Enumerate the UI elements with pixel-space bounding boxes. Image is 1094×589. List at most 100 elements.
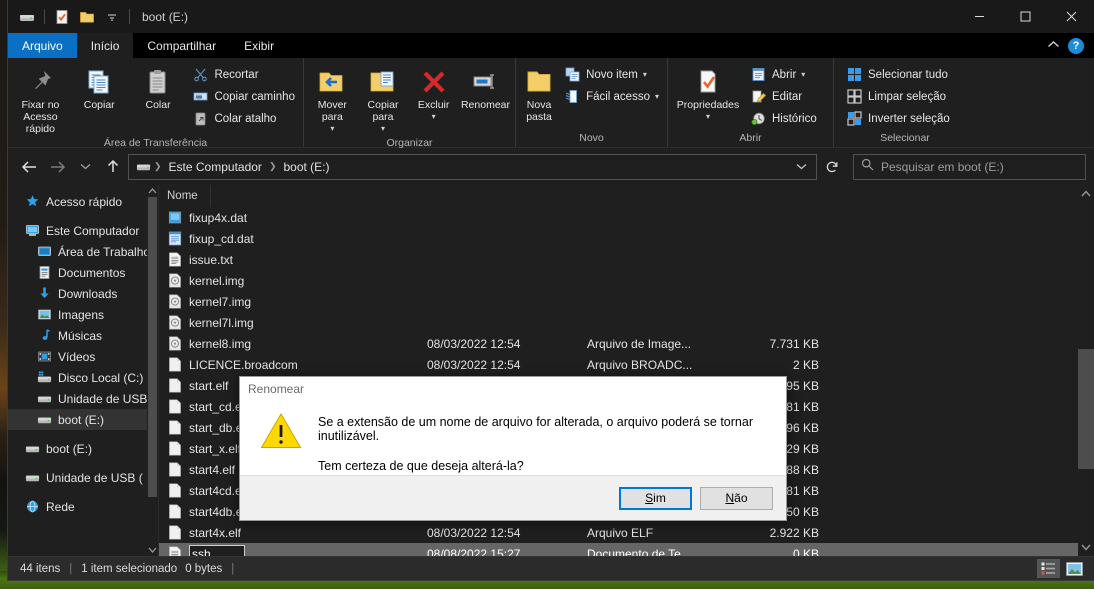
breadcrumb-boot-e[interactable]: boot (E:) <box>279 159 333 175</box>
tab-inicio[interactable]: Início <box>77 33 134 58</box>
sidebar-item-documentos[interactable]: Documentos <box>8 262 158 283</box>
file-list-scroll-thumb[interactable] <box>1078 349 1094 469</box>
edit-button[interactable]: Editar <box>746 86 821 107</box>
table-row[interactable]: kernel.img <box>159 270 1094 291</box>
sidebar-scroll-thumb[interactable] <box>148 197 157 497</box>
sidebar-item-imagens[interactable]: Imagens <box>8 304 158 325</box>
delete-dropdown-icon[interactable]: ▾ <box>432 111 436 123</box>
rename-button[interactable]: Renomear <box>460 63 511 113</box>
sidebar-label: Rede <box>46 500 75 514</box>
paste-shortcut-button[interactable]: Colar atalho <box>188 108 299 129</box>
new-folder-button[interactable]: Nova pasta <box>520 63 558 125</box>
properties-button[interactable]: Propriedades ▾ <box>672 63 744 125</box>
sidebar-item-unidade-de-usb-2[interactable]: Unidade de USB ( <box>8 467 158 488</box>
sidebar-label: boot (E:) <box>58 413 104 427</box>
cut-button[interactable]: Recortar <box>188 64 299 85</box>
refresh-button[interactable] <box>819 154 845 180</box>
address-history-dropdown-icon[interactable] <box>790 156 812 178</box>
copy-button[interactable]: Copiar <box>71 63 128 113</box>
scroll-up-icon[interactable] <box>147 185 158 197</box>
table-row[interactable]: start4x.elf08/03/2022 12:54Arquivo ELF2.… <box>159 522 1094 543</box>
file-date-cell: 08/08/2022 15:27 <box>427 547 587 557</box>
table-row[interactable]: issue.txt <box>159 249 1094 270</box>
dialog-no-accel: N <box>725 491 734 505</box>
collapse-ribbon-icon[interactable] <box>1047 40 1060 52</box>
drive-icon[interactable] <box>16 5 38 29</box>
scissors-icon <box>192 66 209 83</box>
history-button[interactable]: Histórico <box>746 108 821 129</box>
customize-qat-dropdown-icon[interactable] <box>101 5 123 29</box>
table-row[interactable]: kernel8.img08/03/2022 12:54Arquivo de Im… <box>159 333 1094 354</box>
breadcrumb-este-computador[interactable]: Este Computador <box>165 159 266 175</box>
tab-exibir[interactable]: Exibir <box>230 33 288 58</box>
copy-to-button[interactable]: Copiar para ▾ <box>359 63 408 137</box>
sidebar-item-musicas[interactable]: Músicas <box>8 325 158 346</box>
sidebar-item-disco-local-c[interactable]: Disco Local (C:) <box>8 367 158 388</box>
sidebar-item-rede[interactable]: Rede <box>8 496 158 517</box>
sidebar-item-boot-e[interactable]: boot (E:) <box>8 438 158 459</box>
new-item-button[interactable]: Novo item ▾ <box>560 64 663 85</box>
up-button[interactable] <box>100 154 126 180</box>
table-row[interactable]: kernel7.img <box>159 291 1094 312</box>
search-input[interactable]: Pesquisar em boot (E:) <box>853 154 1086 180</box>
back-button[interactable] <box>16 154 42 180</box>
file-list-scrollbar[interactable] <box>1078 185 1094 556</box>
large-icons-view-button[interactable] <box>1063 559 1086 578</box>
tab-compartilhar[interactable]: Compartilhar <box>133 33 230 58</box>
scroll-up-icon[interactable] <box>1078 185 1094 202</box>
properties-dropdown-icon[interactable]: ▾ <box>706 111 710 123</box>
scroll-down-icon[interactable] <box>1078 539 1094 556</box>
sidebar-item-unidade-de-usb[interactable]: Unidade de USB <box>8 388 158 409</box>
properties-icon[interactable] <box>51 5 73 29</box>
file-type-cell: Arquivo de Image... <box>587 337 737 351</box>
recent-locations-button[interactable] <box>72 154 98 180</box>
table-row[interactable]: 08/08/2022 15:27Documento de Te...0 KB <box>159 543 1094 556</box>
close-button[interactable] <box>1048 0 1094 33</box>
sidebar-item-acesso-rapido[interactable]: Acesso rápido <box>8 191 158 212</box>
select-all-button[interactable]: Selecionar tudo <box>842 64 954 85</box>
table-row[interactable]: LICENCE.broadcom08/03/2022 12:54Arquivo … <box>159 354 1094 375</box>
scroll-down-icon[interactable] <box>147 544 158 556</box>
copy-path-button[interactable]: Copiar caminho <box>188 86 299 107</box>
table-row[interactable]: fixup_cd.dat <box>159 228 1094 249</box>
rename-input[interactable] <box>189 545 245 556</box>
minimize-button[interactable] <box>956 0 1002 33</box>
tab-arquivo[interactable]: Arquivo <box>8 33 77 58</box>
breadcrumb-chevron-icon[interactable]: ❯ <box>268 161 278 172</box>
details-view-button[interactable] <box>1037 559 1060 578</box>
open-button[interactable]: Abrir ▾ <box>746 64 821 85</box>
delete-button[interactable]: Excluir ▾ <box>409 63 458 125</box>
move-to-dropdown-icon[interactable]: ▾ <box>330 123 334 135</box>
table-row[interactable]: fixup4x.dat <box>159 207 1094 228</box>
copy-to-dropdown-icon[interactable]: ▾ <box>381 123 385 135</box>
properties-icon <box>693 65 723 99</box>
sidebar-item-boot-e-selected[interactable]: boot (E:) <box>8 409 158 430</box>
select-none-button[interactable]: Limpar seleção <box>842 86 954 107</box>
move-to-button[interactable]: Mover para ▾ <box>308 63 357 137</box>
pin-to-quick-access-button[interactable]: Fixar no Acesso rápido <box>12 63 69 137</box>
new-item-dropdown-icon[interactable]: ▾ <box>643 70 647 79</box>
sidebar-item-area-de-trabalho[interactable]: Área de Trabalho <box>8 241 158 262</box>
sidebar-item-este-computador[interactable]: Este Computador <box>8 220 158 241</box>
properties-label: Propriedades <box>677 99 739 111</box>
maximize-button[interactable] <box>1002 0 1048 33</box>
breadcrumb-chevron-icon[interactable]: ❯ <box>153 161 163 172</box>
easy-access-dropdown-icon[interactable]: ▾ <box>655 92 659 101</box>
generic-file-icon <box>167 504 183 520</box>
sidebar-item-downloads[interactable]: Downloads <box>8 283 158 304</box>
open-dropdown-icon[interactable]: ▾ <box>801 70 805 79</box>
table-row[interactable]: kernel7l.img <box>159 312 1094 333</box>
forward-button[interactable] <box>44 154 70 180</box>
easy-access-button[interactable]: Fácil acesso ▾ <box>560 86 663 107</box>
help-icon[interactable]: ? <box>1068 38 1084 54</box>
select-all-label: Selecionar tudo <box>868 69 948 81</box>
invert-selection-button[interactable]: Inverter seleção <box>842 108 954 129</box>
sidebar-scrollbar[interactable] <box>147 185 158 556</box>
sidebar-item-videos[interactable]: Vídeos <box>8 346 158 367</box>
paste-button[interactable]: Colar <box>130 63 187 113</box>
new-folder-icon[interactable] <box>76 5 98 29</box>
column-header-nome[interactable]: Nome <box>159 185 211 207</box>
dialog-yes-button[interactable]: Sim <box>619 487 692 510</box>
address-breadcrumb-bar[interactable]: ❯ Este Computador ❯ boot (E:) <box>128 154 817 180</box>
dialog-no-button[interactable]: Não <box>700 487 773 510</box>
